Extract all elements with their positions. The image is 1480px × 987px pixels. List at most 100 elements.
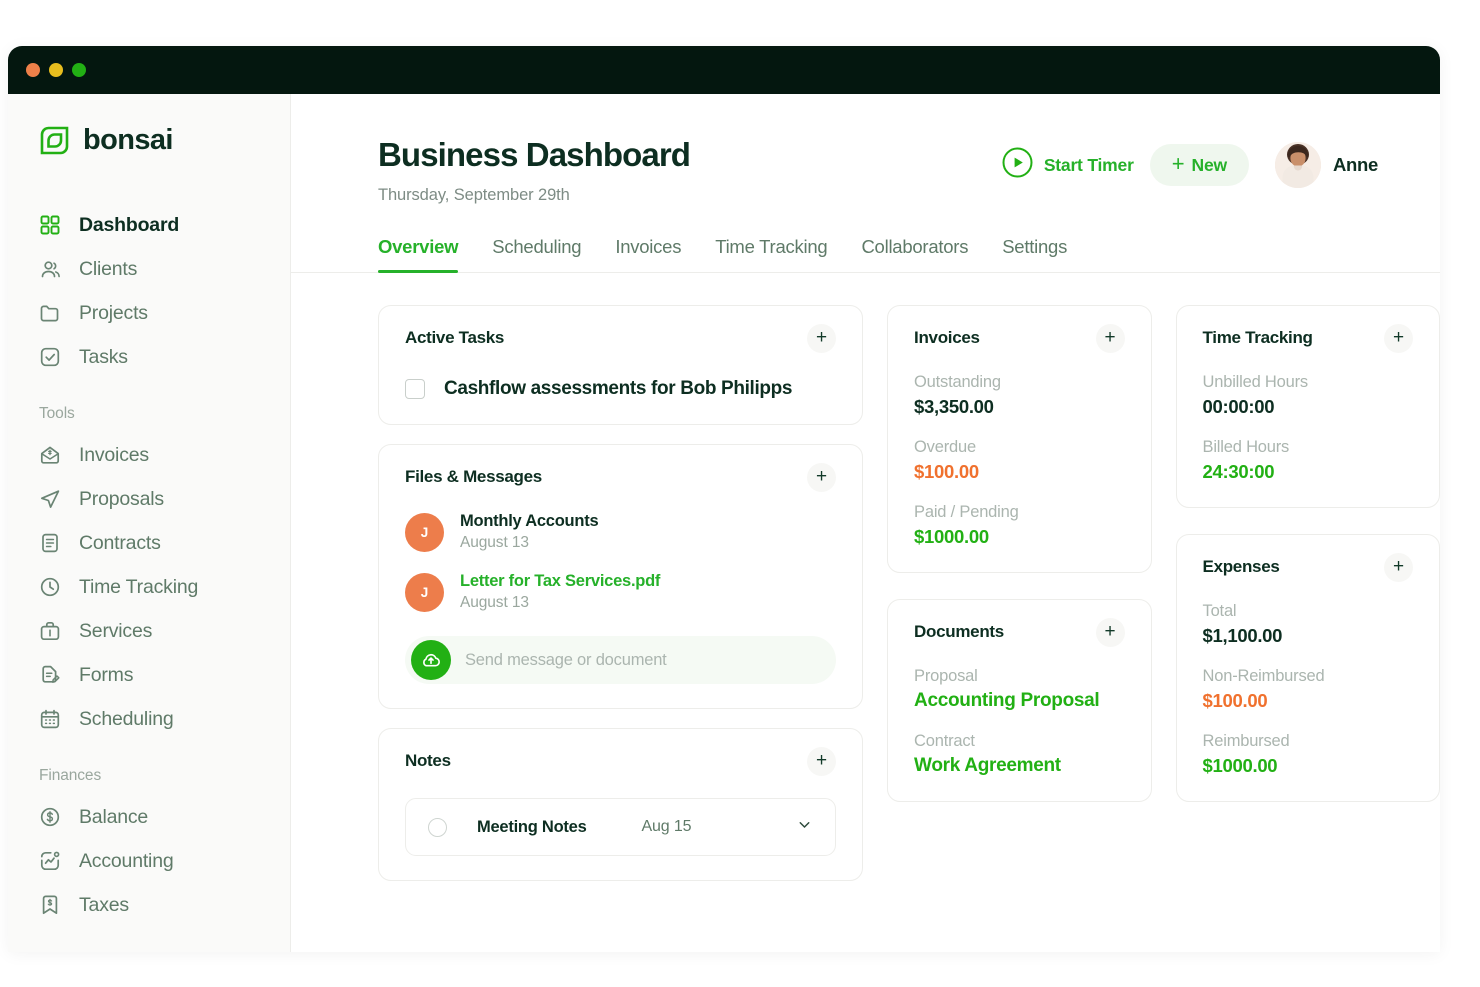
- stat-item: Proposal Accounting Proposal: [914, 667, 1124, 712]
- stat-value: $3,350.00: [914, 396, 994, 417]
- stat-item: Billed Hours 24:30:00: [1203, 438, 1413, 483]
- dollar-circle-icon: [39, 806, 61, 828]
- sidebar-item-label: Services: [79, 619, 153, 642]
- window-body: bonsai Dashboard Clients Projects Tasks Too…: [8, 94, 1440, 952]
- note-title: Meeting Notes: [477, 817, 587, 836]
- list-item[interactable]: J Monthly Accounts August 13: [405, 512, 836, 552]
- stat-item: Contract Work Agreement: [914, 732, 1124, 777]
- stat-value: $1000.00: [1202, 755, 1278, 776]
- stat-value[interactable]: Accounting Proposal: [914, 690, 1124, 712]
- tab-settings[interactable]: Settings: [1002, 236, 1067, 272]
- stat-item: Overdue $100.00: [914, 438, 1124, 483]
- bookmark-dollar-icon: [39, 894, 61, 916]
- stat-item: Non-Reimbursed $100.00: [1203, 667, 1413, 712]
- window-minimize-button[interactable]: [49, 63, 63, 77]
- page-header-text: Business Dashboard Thursday, September 2…: [378, 136, 1002, 205]
- tab-invoices[interactable]: Invoices: [615, 236, 681, 272]
- add-document-button[interactable]: +: [1095, 618, 1125, 647]
- sidebar-item-services[interactable]: Services: [8, 609, 290, 653]
- sidebar-item-scheduling[interactable]: Scheduling: [8, 697, 290, 741]
- message-input[interactable]: [465, 650, 831, 670]
- users-icon: [39, 258, 61, 280]
- sidebar-item-forms[interactable]: Forms: [8, 653, 290, 697]
- sidebar-item-proposals[interactable]: Proposals: [8, 477, 290, 521]
- sidebar-item-projects[interactable]: Projects: [8, 291, 290, 335]
- task-checkbox[interactable]: [405, 379, 425, 399]
- sidebar-item-time-tracking[interactable]: Time Tracking: [8, 565, 290, 609]
- sidebar-item-dashboard[interactable]: Dashboard: [8, 203, 290, 247]
- card-invoices: Invoices + Outstanding $3,350.00 Overdue $1…: [887, 305, 1152, 573]
- bonsai-square-spiral-logo-icon: [39, 125, 70, 156]
- card-header: Documents +: [914, 618, 1125, 647]
- sidebar-item-label: Contracts: [79, 531, 161, 554]
- add-expense-button[interactable]: +: [1384, 553, 1414, 582]
- avatar: [1274, 142, 1321, 188]
- new-button[interactable]: + New: [1149, 144, 1249, 186]
- calendar-icon: [39, 708, 61, 730]
- message-composer[interactable]: [405, 636, 837, 684]
- sidebar-item-accounting[interactable]: Accounting: [8, 839, 290, 883]
- sidebar-item-clients[interactable]: Clients: [8, 247, 290, 291]
- card-time-tracking: Time Tracking + Unbilled Hours 00:00:00 Bi…: [1175, 305, 1440, 508]
- window-close-button[interactable]: [26, 63, 40, 77]
- tab-overview[interactable]: Overview: [378, 236, 459, 273]
- user-menu[interactable]: Anne: [1274, 142, 1378, 188]
- add-note-button[interactable]: +: [807, 747, 837, 776]
- plus-icon: +: [815, 327, 828, 348]
- stat-value: 00:00:00: [1202, 396, 1275, 417]
- card-header: Time Tracking +: [1203, 324, 1414, 353]
- sidebar-section-title: Finances: [39, 767, 102, 784]
- sidebar-item-label: Projects: [79, 301, 148, 324]
- brand-logo[interactable]: bonsai: [8, 124, 290, 157]
- note-radio[interactable]: [428, 817, 447, 837]
- plus-icon: +: [815, 750, 828, 771]
- start-timer-button[interactable]: Start Timer: [1002, 147, 1134, 183]
- add-time-entry-button[interactable]: +: [1384, 324, 1414, 353]
- stat-list: Proposal Accounting Proposal Contract Work …: [914, 667, 1124, 777]
- sidebar-item-label: Dashboard: [79, 213, 180, 236]
- add-file-button[interactable]: +: [807, 463, 837, 492]
- stat-label: Reimbursed: [1202, 732, 1290, 750]
- file-name[interactable]: Letter for Tax Services.pdf: [460, 572, 660, 591]
- add-task-button[interactable]: +: [807, 324, 837, 353]
- card-header: Expenses +: [1203, 553, 1414, 582]
- stat-value: 24:30:00: [1202, 461, 1275, 482]
- sidebar-item-contracts[interactable]: Contracts: [8, 521, 290, 565]
- stat-value[interactable]: Work Agreement: [914, 755, 1124, 777]
- add-invoice-button[interactable]: +: [1095, 324, 1125, 353]
- plus-icon: +: [815, 466, 828, 487]
- tab-time-tracking[interactable]: Time Tracking: [715, 236, 827, 272]
- stat-value: $1000.00: [914, 526, 989, 547]
- chevron-down-icon[interactable]: [796, 816, 813, 838]
- sidebar-item-invoices[interactable]: Invoices: [8, 433, 290, 477]
- dashboard-column-right: Time Tracking + Unbilled Hours 00:00:00 Bi…: [1175, 305, 1440, 802]
- tab-collaborators[interactable]: Collaborators: [861, 236, 968, 272]
- tab-scheduling[interactable]: Scheduling: [492, 236, 581, 272]
- sidebar-section-title: Tools: [39, 405, 75, 422]
- stat-label: Contract: [914, 732, 975, 750]
- stat-label: Non-Reimbursed: [1202, 667, 1325, 685]
- sidebar-item-tasks[interactable]: Tasks: [8, 335, 290, 379]
- note-row[interactable]: Meeting Notes Aug 15: [405, 798, 837, 856]
- sidebar-item-taxes[interactable]: Taxes: [8, 883, 290, 927]
- note-date: Aug 15: [641, 818, 692, 835]
- card-title: Invoices: [914, 328, 980, 347]
- stat-value: $100.00: [1202, 690, 1268, 711]
- stat-value: $1,100.00: [1202, 625, 1283, 646]
- window-zoom-button[interactable]: [72, 63, 86, 77]
- cloud-upload-icon[interactable]: [411, 640, 451, 680]
- file-avatar: J: [405, 572, 444, 612]
- sidebar-item-label: Clients: [79, 257, 138, 280]
- page-title: Business Dashboard: [378, 136, 691, 173]
- dashboard-grid: Active Tasks + Cashflow assessments for …: [291, 273, 1440, 881]
- list-item[interactable]: J Letter for Tax Services.pdf August 13: [405, 572, 836, 612]
- plus-icon: +: [1392, 327, 1405, 348]
- stat-label: Unbilled Hours: [1202, 373, 1309, 391]
- brand-name: bonsai: [83, 124, 173, 156]
- dashboard-column-middle: Invoices + Outstanding $3,350.00 Overdue $1…: [887, 305, 1152, 802]
- briefcase-icon: [39, 620, 61, 642]
- task-row[interactable]: Cashflow assessments for Bob Philipps: [405, 378, 836, 400]
- sidebar-item-balance[interactable]: Balance: [8, 795, 290, 839]
- content-fade: [291, 926, 1440, 952]
- card-title: Documents: [914, 622, 1004, 641]
